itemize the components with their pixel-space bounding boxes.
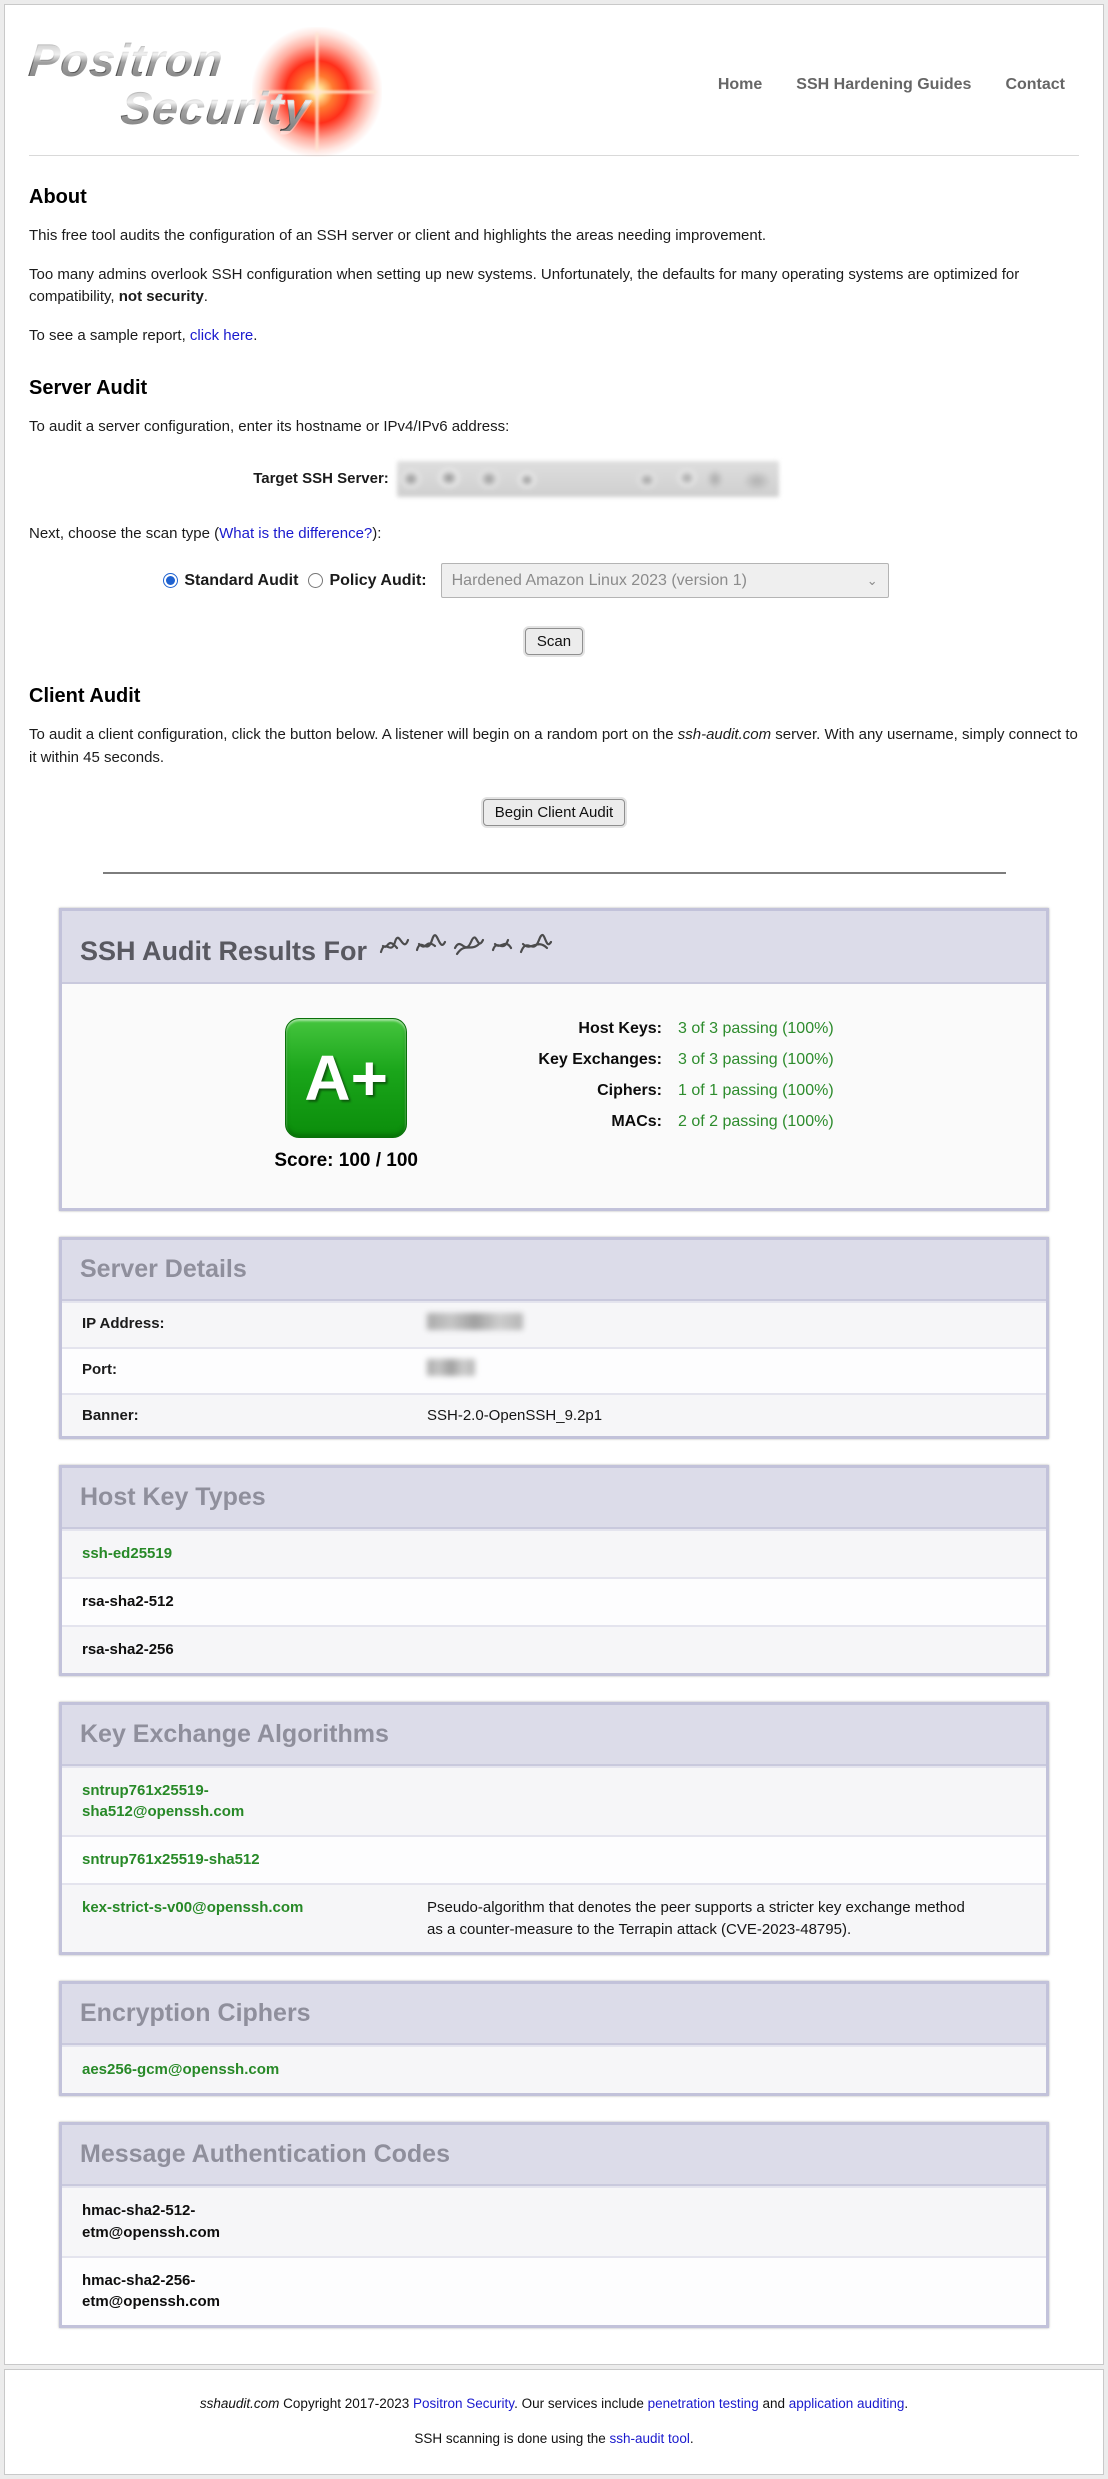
host-key-row: rsa-sha2-256	[62, 1625, 1046, 1673]
scan-button[interactable]: Scan	[525, 628, 583, 655]
mac-row: hmac-sha2-256-etm@openssh.com	[62, 2256, 1046, 2326]
sample-report-link[interactable]: click here	[190, 327, 253, 344]
macs-panel: Message Authentication Codes hmac-sha2-5…	[59, 2122, 1049, 2328]
stat-row-ciphers: Ciphers: 1 of 1 passing (100%)	[482, 1082, 834, 1100]
results-title: SSH Audit Results For	[80, 936, 367, 967]
kex-row: sntrup761x25519-sha512@openssh.com	[62, 1766, 1046, 1836]
mac-row: hmac-sha2-512-etm@openssh.com	[62, 2186, 1046, 2256]
server-audit-intro: To audit a server configuration, enter i…	[29, 416, 1079, 439]
server-audit-heading: Server Audit	[29, 377, 1079, 400]
results-panel-header: SSH Audit Results For	[62, 911, 1046, 984]
header-divider	[29, 155, 1079, 156]
stat-row-key-exchanges: Key Exchanges: 3 of 3 passing (100%)	[482, 1051, 834, 1069]
ssh-audit-domain-text: ssh-audit.com	[678, 726, 771, 743]
encryption-ciphers-title: Encryption Ciphers	[80, 1999, 311, 2028]
nav-home[interactable]: Home	[718, 76, 762, 94]
detail-row-port: Port:	[62, 1347, 1046, 1393]
policy-audit-label: Policy Audit:	[329, 572, 426, 590]
ssh-audit-tool-link[interactable]: ssh-audit tool	[610, 2431, 690, 2446]
positron-security-logo: Positron Security	[29, 31, 374, 139]
target-server-row: Target SSH Server:	[0, 461, 1041, 497]
results-summary: A+ Score: 100 / 100 Host Keys: 3 of 3 pa…	[62, 984, 1046, 1208]
main-content-card: Positron Security Home SSH Hardening Gui…	[4, 4, 1104, 2365]
policy-select-value: Hardened Amazon Linux 2023 (version 1)	[452, 572, 747, 590]
stat-row-macs: MACs: 2 of 2 passing (100%)	[482, 1113, 834, 1131]
site-header: Positron Security Home SSH Hardening Gui…	[29, 29, 1079, 141]
cipher-row: aes256-gcm@openssh.com	[62, 2045, 1046, 2093]
standard-audit-radio[interactable]	[163, 573, 178, 588]
scan-type-difference-link[interactable]: What is the difference?	[219, 525, 372, 542]
kex-row: kex-strict-s-v00@openssh.com Pseudo-algo…	[62, 1883, 1046, 1953]
host-key-row: ssh-ed25519	[62, 1529, 1046, 1577]
key-exchange-title: Key Exchange Algorithms	[80, 1720, 389, 1749]
server-details-title: Server Details	[80, 1255, 247, 1284]
macs-header: Message Authentication Codes	[62, 2125, 1046, 2186]
stat-row-host-keys: Host Keys: 3 of 3 passing (100%)	[482, 1020, 834, 1038]
grade-badge: A+	[285, 1018, 407, 1138]
positron-security-link[interactable]: Positron Security	[413, 2396, 514, 2411]
detail-row-ip: IP Address:	[62, 1301, 1046, 1347]
encryption-ciphers-header: Encryption Ciphers	[62, 1984, 1046, 2045]
server-details-header: Server Details	[62, 1240, 1046, 1301]
redacted-hostname	[377, 930, 555, 964]
about-paragraph-1: This free tool audits the configuration …	[29, 225, 1079, 248]
application-auditing-link[interactable]: application auditing	[789, 2396, 905, 2411]
begin-client-audit-button[interactable]: Begin Client Audit	[483, 799, 625, 826]
footer-line-1: sshaudit.com Copyright 2017-2023 Positro…	[25, 2396, 1083, 2411]
host-key-row: rsa-sha2-512	[62, 1577, 1046, 1625]
banner-value: SSH-2.0-OpenSSH_9.2p1	[427, 1405, 602, 1427]
nav-ssh-hardening-guides[interactable]: SSH Hardening Guides	[796, 76, 971, 94]
results-stats: Host Keys: 3 of 3 passing (100%) Key Exc…	[482, 1020, 834, 1144]
kex-row: sntrup761x25519-sha512	[62, 1835, 1046, 1883]
about-paragraph-2: Too many admins overlook SSH configurati…	[29, 264, 1079, 309]
policy-audit-radio[interactable]	[308, 573, 323, 588]
scan-type-options: Standard Audit Policy Audit: Hardened Am…	[1, 563, 1051, 598]
main-nav: Home SSH Hardening Guides Contact	[718, 76, 1079, 94]
footer-line-2: SSH scanning is done using the ssh-audit…	[25, 2431, 1083, 2446]
results-divider	[103, 872, 1006, 874]
server-details-panel: Server Details IP Address: Port: Banner:…	[59, 1237, 1049, 1439]
ssh-audit-results-panel: SSH Audit Results For A+ Score: 100 / 10…	[59, 908, 1049, 1211]
grade-letter: A+	[304, 1046, 388, 1110]
detail-row-banner: Banner: SSH-2.0-OpenSSH_9.2p1	[62, 1393, 1046, 1437]
client-audit-paragraph: To audit a client configuration, click t…	[29, 724, 1079, 769]
logo-word-positron: Positron	[27, 37, 313, 83]
about-heading: About	[29, 186, 1079, 209]
encryption-ciphers-panel: Encryption Ciphers aes256-gcm@openssh.co…	[59, 1981, 1049, 2096]
host-key-types-header: Host Key Types	[62, 1468, 1046, 1529]
scan-type-paragraph: Next, choose the scan type (What is the …	[29, 523, 1079, 546]
host-key-types-panel: Host Key Types ssh-ed25519 rsa-sha2-512 …	[59, 1465, 1049, 1675]
standard-audit-label: Standard Audit	[184, 572, 298, 590]
client-audit-heading: Client Audit	[29, 685, 1079, 708]
policy-select[interactable]: Hardened Amazon Linux 2023 (version 1) ⌄	[441, 563, 889, 598]
target-server-input[interactable]	[397, 461, 779, 497]
target-server-label: Target SSH Server:	[253, 470, 389, 487]
score-text: Score: 100 / 100	[274, 1150, 418, 1172]
penetration-testing-link[interactable]: penetration testing	[648, 2396, 759, 2411]
logo-word-security: Security	[119, 85, 313, 131]
chevron-down-icon: ⌄	[867, 573, 878, 589]
redacted-ip-address	[427, 1313, 523, 1330]
nav-contact[interactable]: Contact	[1005, 76, 1065, 94]
sample-report-paragraph: To see a sample report, click here.	[29, 325, 1079, 348]
key-exchange-panel: Key Exchange Algorithms sntrup761x25519-…	[59, 1702, 1049, 1956]
redacted-port	[427, 1359, 475, 1376]
key-exchange-header: Key Exchange Algorithms	[62, 1705, 1046, 1766]
macs-title: Message Authentication Codes	[80, 2140, 450, 2169]
host-key-types-title: Host Key Types	[80, 1483, 266, 1512]
not-security-emphasis: not security	[119, 288, 204, 305]
site-footer: sshaudit.com Copyright 2017-2023 Positro…	[4, 2369, 1104, 2475]
